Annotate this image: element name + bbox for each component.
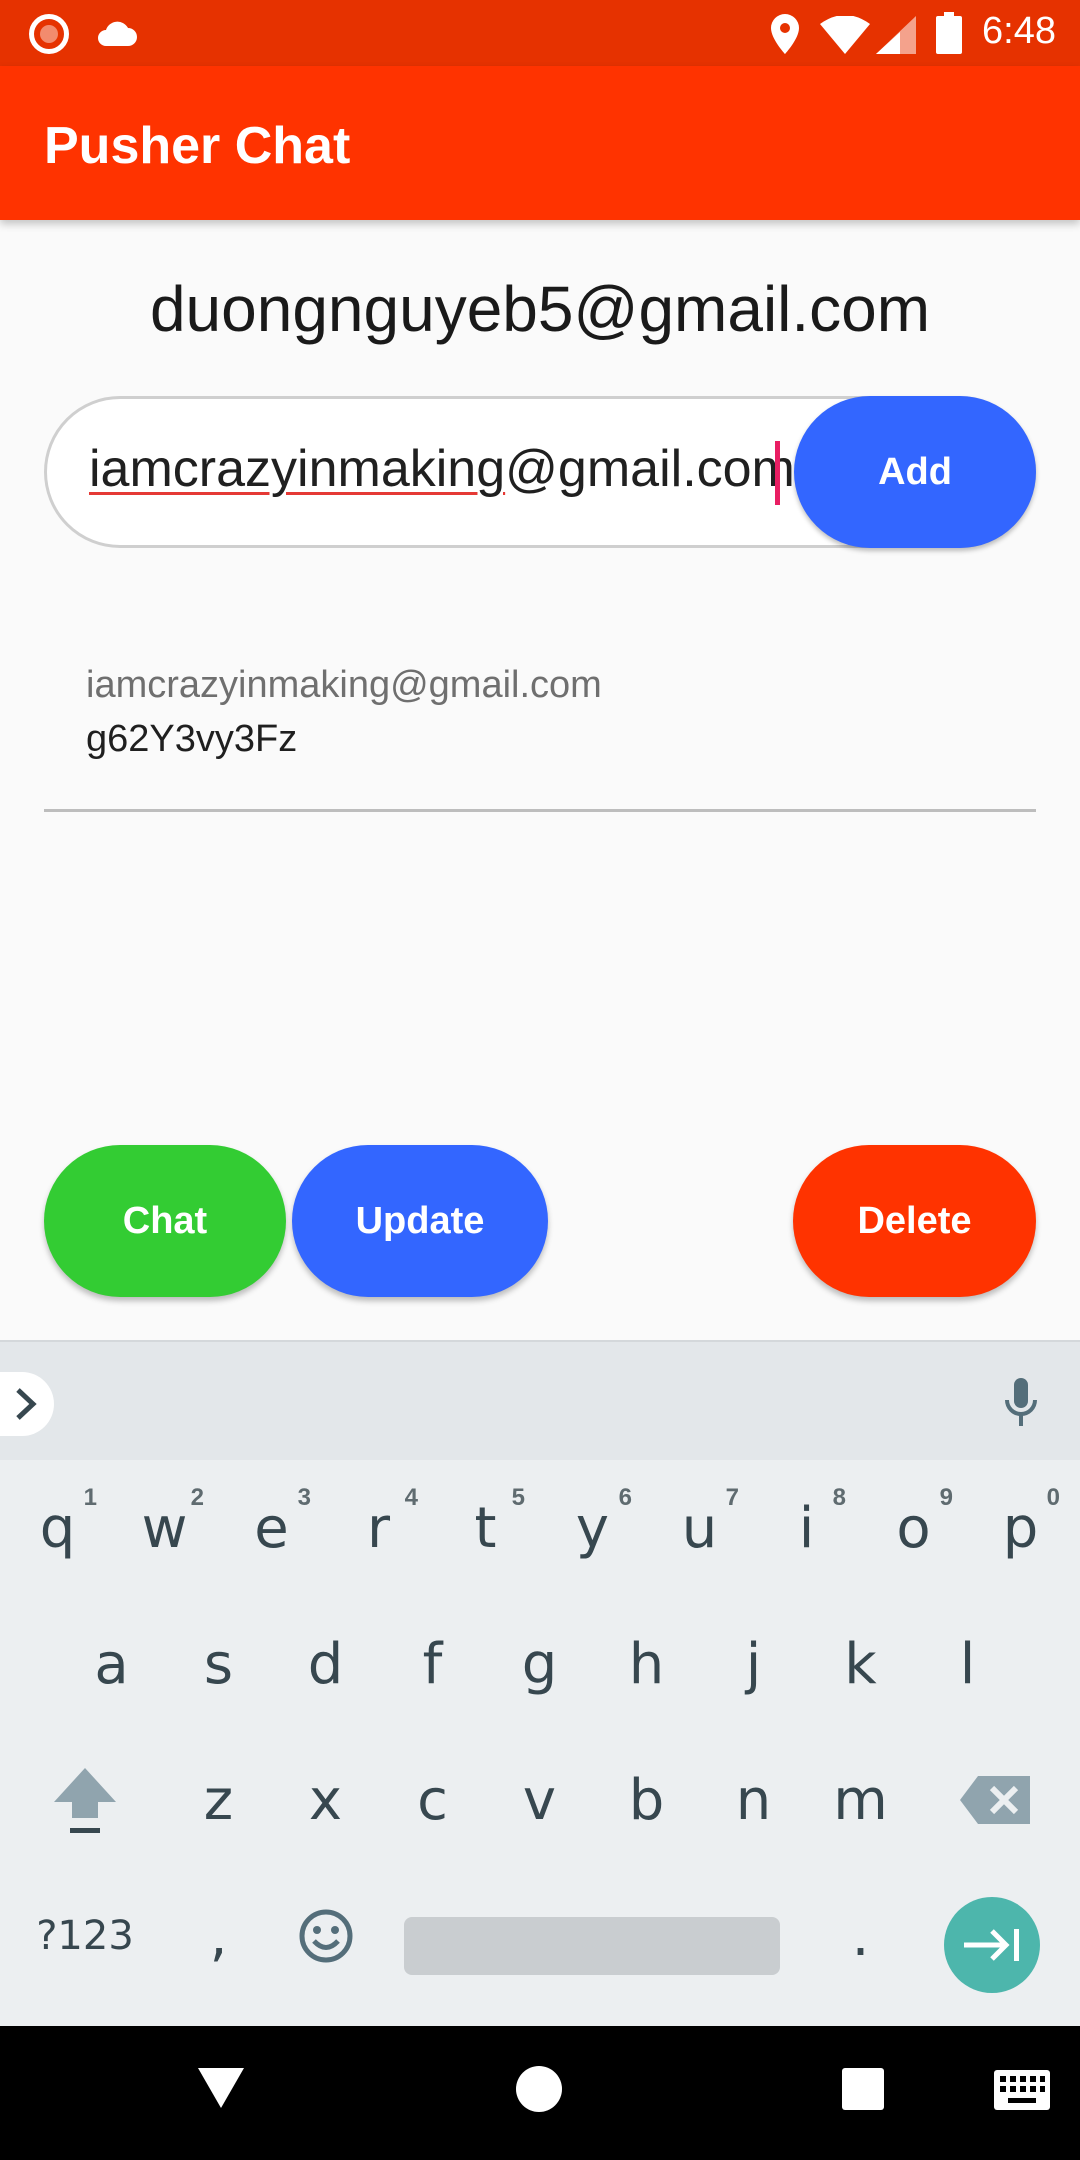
recents-icon[interactable] [838, 2064, 888, 2114]
comma-key[interactable]: , [165, 1868, 272, 2004]
key-q[interactable]: q1 [4, 1460, 111, 1596]
key-n[interactable]: n [700, 1732, 807, 1868]
chevron-right-icon [16, 1388, 37, 1420]
symbols-key[interactable]: ?123 [4, 1868, 166, 2004]
emoji-icon [299, 1909, 352, 1963]
mic-icon[interactable] [1004, 1378, 1038, 1428]
key-w[interactable]: w2 [111, 1460, 218, 1596]
keyboard-row-3: z x c v b n m [0, 1732, 1080, 1868]
key-b[interactable]: b [593, 1732, 700, 1868]
key-v[interactable]: v [486, 1732, 593, 1868]
key-g[interactable]: g [486, 1596, 593, 1732]
cell-signal-icon [876, 16, 916, 54]
chat-button[interactable]: Chat [44, 1145, 286, 1297]
emoji-key[interactable] [272, 1868, 379, 2004]
spacebar-key[interactable] [404, 1917, 780, 1975]
wifi-icon [820, 16, 870, 54]
next-field-key[interactable] [944, 1897, 1040, 1993]
app-title: Pusher Chat [44, 117, 351, 175]
backspace-icon [960, 1776, 1030, 1824]
key-k[interactable]: k [807, 1596, 914, 1732]
shift-icon [54, 1768, 116, 1833]
contact-email: iamcrazyinmaking@gmail.com [86, 664, 602, 706]
key-l[interactable]: l [914, 1596, 1021, 1732]
keyboard-row-1: q1 w2 e3 r4 t5 y6 u7 i8 o9 p0 [0, 1460, 1080, 1596]
key-j[interactable]: j [700, 1596, 807, 1732]
key-h[interactable]: h [593, 1596, 700, 1732]
input-value-rest: @gmail.com [505, 440, 795, 498]
system-nav-bar [0, 2026, 1080, 2160]
home-icon[interactable] [514, 2064, 564, 2114]
current-user-email: duongnguyeb5@gmail.com [149, 273, 931, 345]
text-caret [775, 441, 780, 505]
keyboard-switch-icon[interactable] [994, 2070, 1050, 2110]
key-e[interactable]: e3 [218, 1460, 325, 1596]
expand-toolbar-button[interactable] [0, 1372, 54, 1436]
key-m[interactable]: m [807, 1732, 914, 1868]
location-pin-icon [771, 14, 799, 54]
key-s[interactable]: s [165, 1596, 272, 1732]
key-c[interactable]: c [379, 1732, 486, 1868]
key-f[interactable]: f [379, 1596, 486, 1732]
key-i[interactable]: i8 [753, 1460, 860, 1596]
soft-keyboard: q1 w2 e3 r4 t5 y6 u7 i8 o9 p0 a s d f g … [0, 1460, 1080, 2026]
delete-button[interactable]: Delete [793, 1145, 1036, 1297]
battery-icon [936, 12, 962, 54]
key-x[interactable]: x [272, 1732, 379, 1868]
back-icon[interactable] [196, 2064, 246, 2114]
list-item[interactable]: iamcrazyinmaking@gmail.com g62Y3vy3Fz [44, 650, 1036, 812]
contact-email-input-value[interactable]: iamcrazyinmaking@gmail.com [89, 439, 795, 499]
key-p[interactable]: p0 [967, 1460, 1074, 1596]
keyboard-row-2: a s d f g h j k l [0, 1596, 1080, 1732]
key-o[interactable]: o9 [860, 1460, 967, 1596]
key-t[interactable]: t5 [432, 1460, 539, 1596]
status-bar: 6:48 [0, 0, 1080, 66]
tab-next-icon [964, 1929, 1019, 1961]
contact-code: g62Y3vy3Fz [86, 718, 298, 760]
shift-key[interactable] [4, 1732, 166, 1868]
screen-record-icon [29, 14, 69, 54]
keyboard-suggestion-strip [0, 1340, 1080, 1460]
update-button[interactable]: Update [292, 1145, 548, 1297]
backspace-key[interactable] [914, 1732, 1076, 1868]
key-d[interactable]: d [272, 1596, 379, 1732]
status-time: 6:48 [982, 10, 1056, 52]
app-bar: Pusher Chat [0, 66, 1080, 220]
key-u[interactable]: u7 [646, 1460, 753, 1596]
key-a[interactable]: a [58, 1596, 165, 1732]
key-r[interactable]: r4 [325, 1460, 432, 1596]
key-z[interactable]: z [165, 1732, 272, 1868]
key-y[interactable]: y6 [539, 1460, 646, 1596]
misspelled-word: iamcrazyinmaking [89, 440, 506, 498]
cloud-icon [98, 21, 137, 46]
add-button[interactable]: Add [794, 396, 1036, 548]
period-key[interactable]: . [807, 1868, 914, 2004]
